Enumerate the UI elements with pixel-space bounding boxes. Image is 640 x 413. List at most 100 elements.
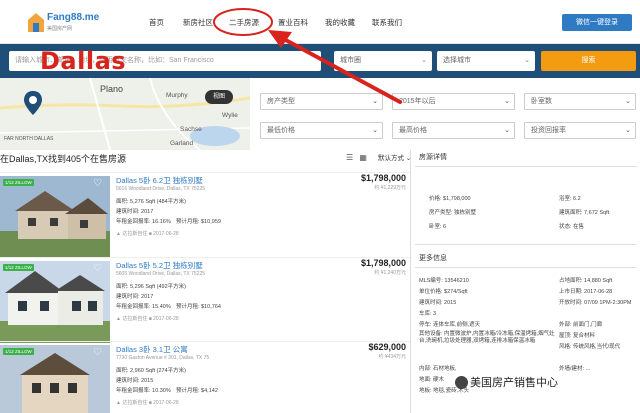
chevron-down-icon: ⌄ [625,127,631,134]
city-circle-select[interactable]: 城市圈 ⌄ [334,51,432,71]
listing-address: 5616 Woodland Drive, Dallas, TX 75225 [116,186,206,192]
listing-photo[interactable]: 1/12 ZILLOW ♡ [0,261,110,343]
map-view-button[interactable]: 视图 [205,90,233,104]
listing-year: 建筑时间: 2017 [116,209,154,215]
logo-text: Fang88.me [47,12,100,23]
sort-select[interactable]: 默认方式 ⌄ [378,152,411,162]
nav-encyclopedia[interactable]: 置业百科 [278,17,308,28]
filter-max-price[interactable]: 最高价格 ⌄ [392,122,515,139]
listing-title[interactable]: Dallas 5卧 5.2卫 独栋别墅 [116,260,203,271]
chevron-down-icon: ⌄ [421,57,427,64]
listing-year: 建筑时间: 2015 [116,378,154,384]
divider [415,267,637,268]
listing-address: 5605 Woodland Drive, Dallas, TX 75225 [116,271,206,277]
detail-lot-size: 占地面积: 14,880 Sqft [559,278,613,284]
wechat-account-icon [455,376,468,389]
nav-contact[interactable]: 联系我们 [372,17,402,28]
city-select[interactable]: 选择城市 ⌄ [437,51,535,71]
detail-appliances: 其他设备: 内置微波炉,内置冰箱/冷冻箱,保温烤箱,烟气灶台,洗碗机,垃圾处理器… [419,331,555,344]
view-toggle[interactable]: ☰ ▦ [346,153,367,162]
wechat-login-label: 微信一键登录 [576,19,618,26]
listing-price: $1,798,000 [360,173,406,183]
listing-item[interactable]: 1/12 ZILLOW ♡ Dallas 5卧 5.2卫 独栋别墅 5605 W… [0,257,410,343]
chevron-down-icon: ⌄ [524,57,530,64]
detail-mls: MLS编号: 13546210 [419,278,469,284]
favorite-heart-icon[interactable]: ♡ [93,347,102,358]
dallas-annotation: Dallas [40,47,127,75]
nav-new-homes[interactable]: 新房社区 [183,17,213,28]
nav-resale-homes[interactable]: 二手房源 [229,17,259,28]
filter-bedrooms[interactable]: 卧室数 ⌄ [524,93,636,110]
detail-style: 风格: 传统风格,当代/现代 [559,344,621,350]
detail-building-area: 建筑面积: 7,672 Sqft [559,210,610,216]
listing-address: 7730 Gaston Avenue # 301, Dallas, TX 75 [116,355,210,361]
listing-photo[interactable]: 1/12 ZILLOW ♡ [0,345,110,413]
detail-parking: 停车: 连体车库,前侧,遮天 [419,322,481,328]
filter-roi[interactable]: 投资回报率 ⌄ [524,122,636,139]
listing-meta: ▲ 达拉斯自住 ■ 2017-06-28 [116,231,179,237]
listing-area: 面积: 5,296 Sqft (492平方米) [116,284,186,290]
detail-title: 房源详情 [419,154,447,161]
map-label-murphy: Murphy [166,92,188,99]
photo-count-badge: 1/12 ZILLOW [3,264,34,271]
filter-min-price[interactable]: 最低价格 ⌄ [260,122,383,139]
listing-rent: 预计月租: $10,764 [176,304,221,310]
filter-bedrooms-label: 卧室数 [531,98,552,105]
photo-count-badge: 1/12 ZILLOW [3,179,34,186]
detail-garage: 车库: 3 [419,311,437,317]
chevron-down-icon: ⌄ [372,98,378,105]
divider [415,166,637,167]
city-select-label: 选择城市 [443,57,471,64]
chevron-down-icon: ⌄ [372,127,378,134]
city-circle-label: 城市圈 [340,57,361,64]
listing-photo[interactable]: 1/12 ZILLOW ♡ [0,176,110,258]
detail-interior: 内部: 石材地板, [419,366,457,372]
filter-property-type[interactable]: 房产类型 ⌄ [260,93,383,110]
nav-favorites[interactable]: 我的收藏 [325,17,355,28]
filter-roi-label: 投资回报率 [531,127,566,134]
map-label-wylie: Wylie [222,112,238,119]
top-header: Fang88.me 美国房产网 首页 新房社区 二手房源 置业百科 我的收藏 联… [0,0,640,44]
detail-year-built: 建筑时间: 2015 [419,300,457,306]
map-view[interactable]: Plano Murphy Sachse Garland FAR NORTH DA… [0,78,250,150]
listing-price-rmb: 约 ¥1,240万元 [374,270,406,276]
listing-title[interactable]: Dallas 5卧 6.2卫 独栋别墅 [116,175,203,186]
detail-exterior: 外部: 前面门,门廊 [559,322,603,328]
logo-tagline: 美国房产网 [47,26,73,32]
search-button[interactable]: 搜索 [541,51,636,71]
list-view-icon[interactable]: ☰ [346,153,353,162]
detail-unit-price: 单位价格: $274/Sqft [419,289,468,295]
grid-view-icon[interactable]: ▦ [359,153,367,162]
filter-min-price-label: 最低价格 [267,127,295,134]
map-label-far-north-dallas: FAR NORTH DALLAS [4,136,54,142]
favorite-heart-icon[interactable]: ♡ [93,263,102,274]
house-logo-icon [28,13,44,32]
listing-return: 年租金回报率: 15.40% [116,304,171,310]
search-button-label: 搜索 [581,57,596,64]
more-info-title: 更多信息 [419,255,447,262]
detail-price: 价格: $1,798,000 [429,196,471,202]
map-view-label: 视图 [212,94,225,100]
filter-property-type-label: 房产类型 [267,98,295,105]
nav-home[interactable]: 首页 [149,17,164,28]
wechat-login-button[interactable]: 微信一键登录 [562,14,632,31]
sort-label: 默认方式 [378,155,404,162]
listing-year: 建筑时间: 2017 [116,294,154,300]
listing-price-rmb: 约 ¥434万元 [378,354,406,360]
filter-year-built[interactable]: 2015年以后 ⌄ [392,93,515,110]
map-label-garland: Garland [170,140,194,147]
filter-year-built-label: 2015年以后 [399,98,436,105]
listing-item[interactable]: 1/12 ZILLOW ♡ Dallas 5卧 6.2卫 独栋别墅 5616 W… [0,172,410,258]
map-label-sachse: Sachse [180,126,202,133]
listing-rent: 预计月租: $10,959 [176,219,221,225]
detail-exterior-material: 外墙/建材: ... [559,366,591,372]
site-logo[interactable]: Fang88.me 美国房产网 [27,10,100,34]
detail-bedrooms: 卧室: 6 [429,224,447,230]
listing-title[interactable]: Dallas 3卧 3.1卫 公寓 [116,344,188,355]
listing-rent: 预计月租: $4,142 [176,388,218,394]
listing-item[interactable]: 1/12 ZILLOW ♡ Dallas 3卧 3.1卫 公寓 7730 Gas… [0,341,410,413]
favorite-heart-icon[interactable]: ♡ [93,178,102,189]
detail-status: 状态: 在售 [559,224,585,230]
listing-price: $1,798,000 [360,258,406,268]
detail-baths: 浴室: 6.2 [559,196,581,202]
